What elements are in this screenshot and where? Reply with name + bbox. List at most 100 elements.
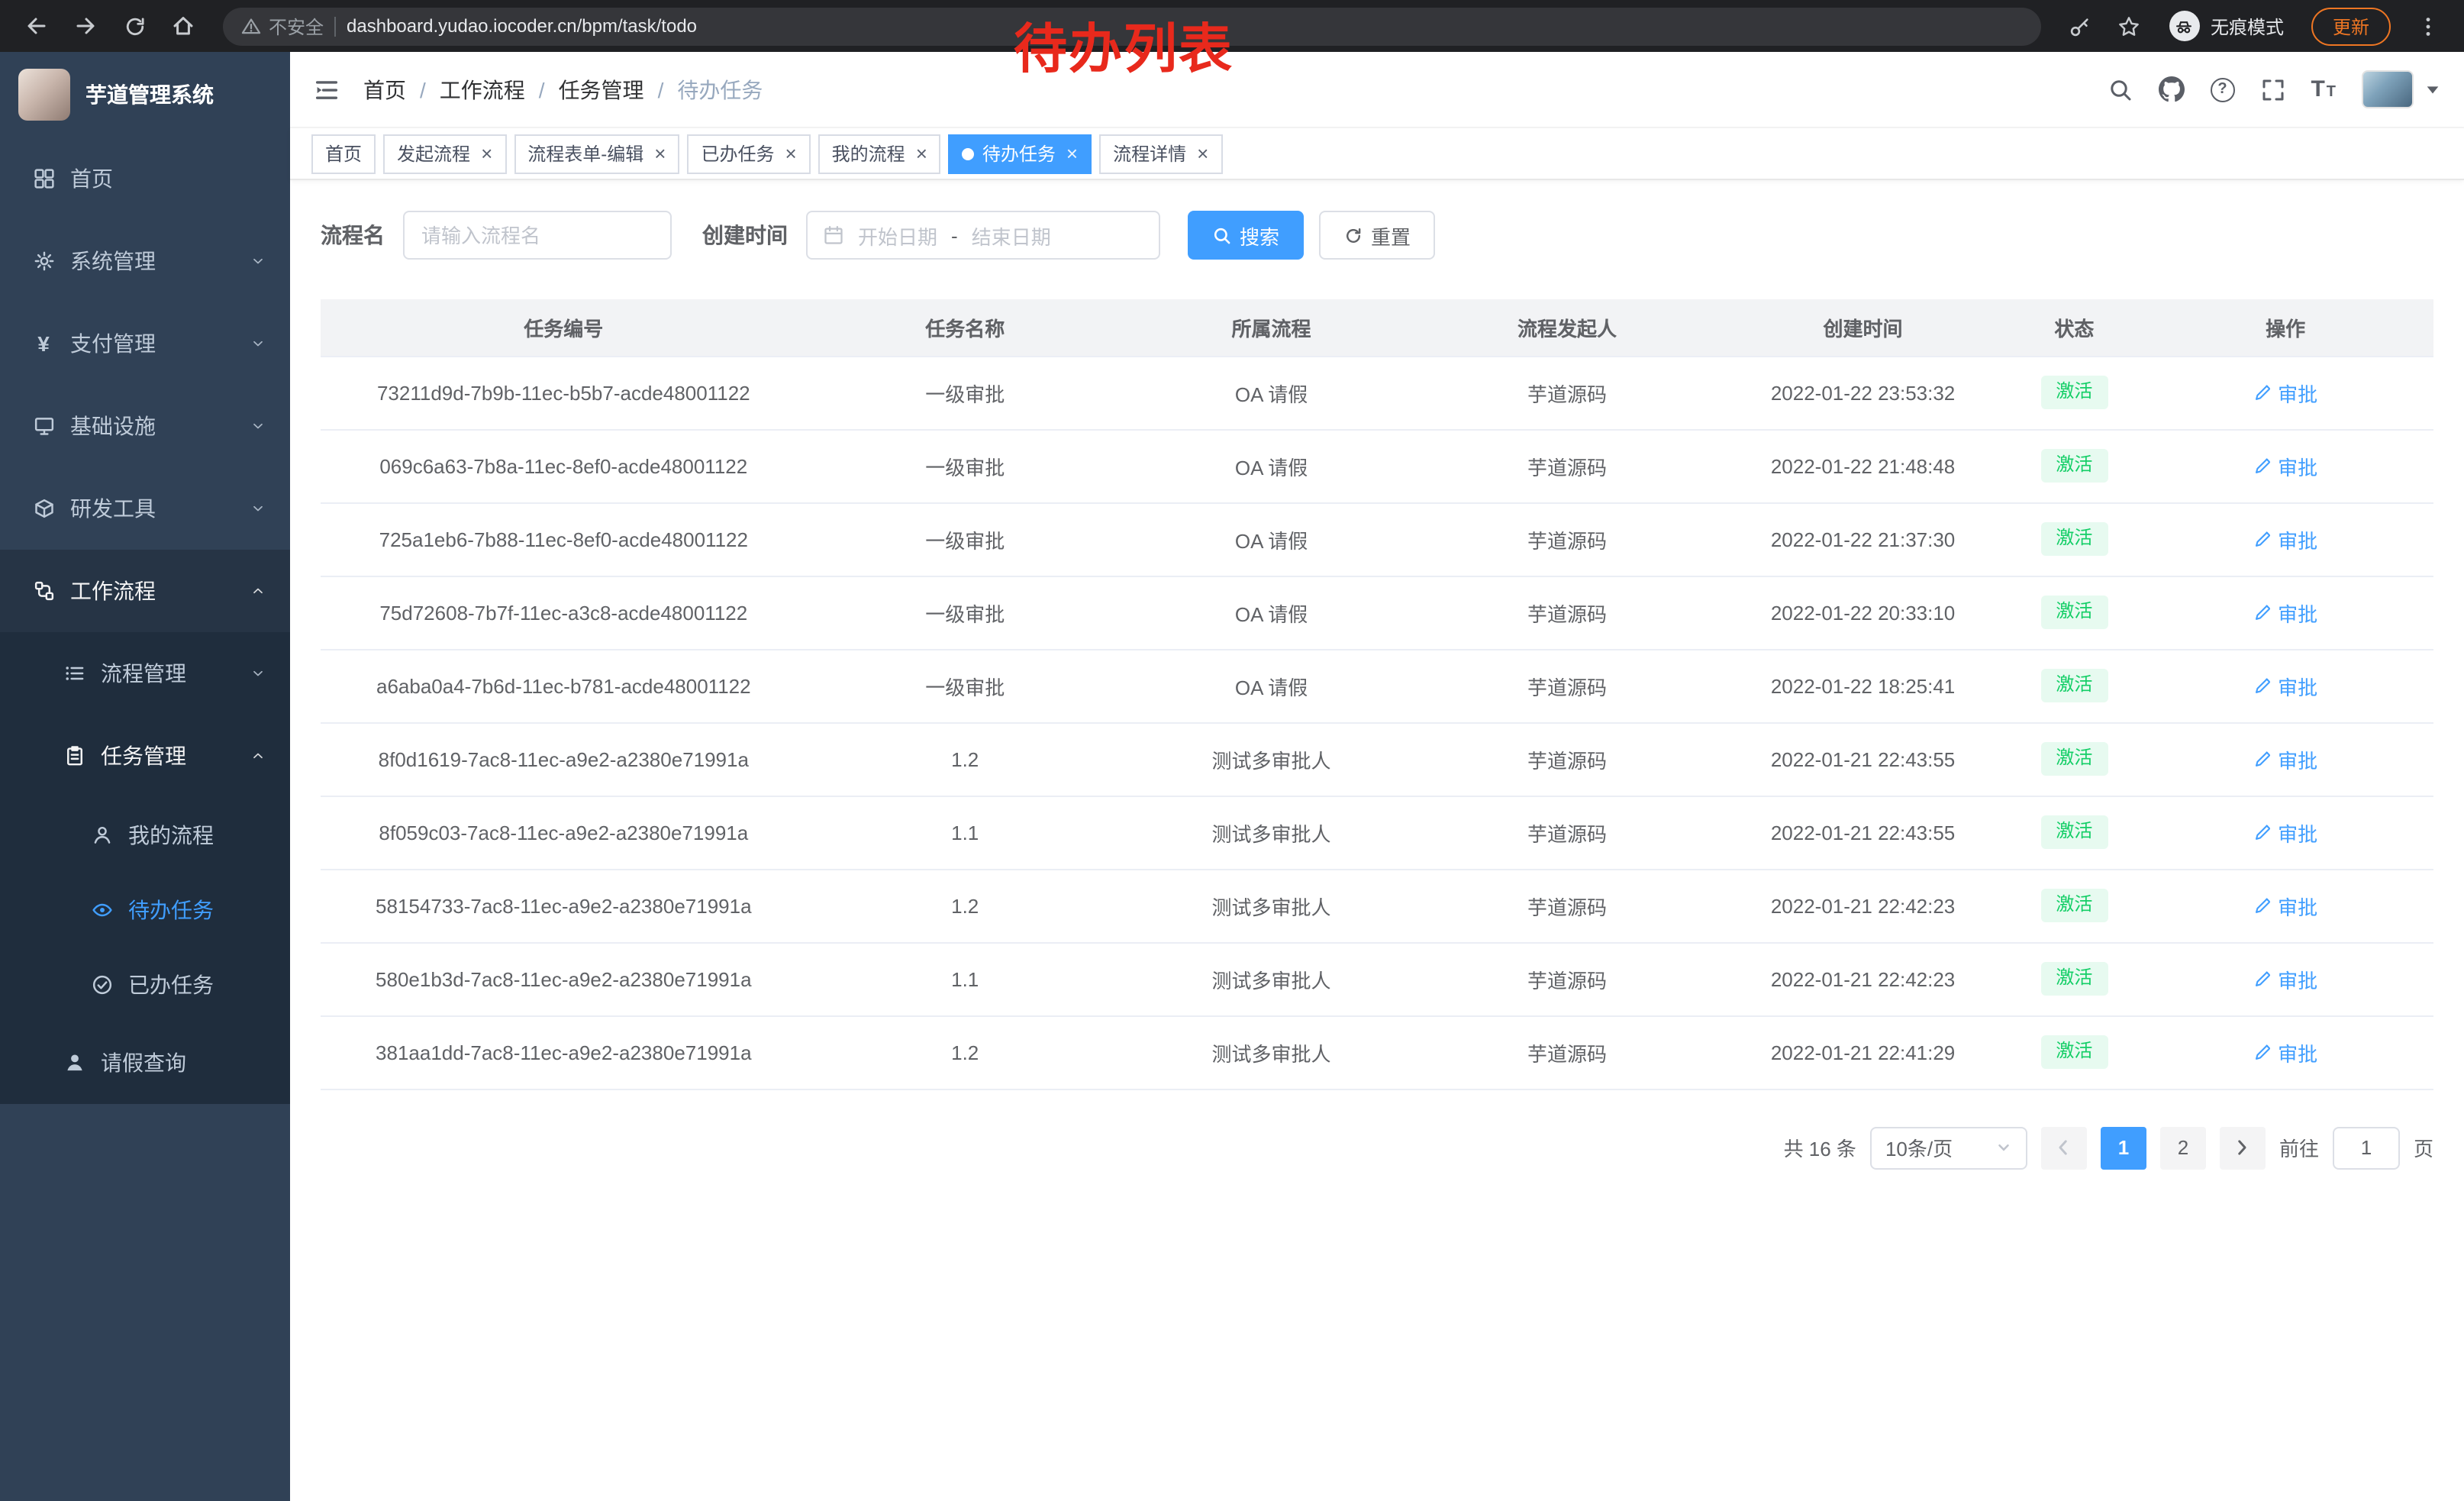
approve-link[interactable]: 审批 xyxy=(2253,598,2317,627)
search-icon[interactable] xyxy=(2108,77,2132,102)
tab-6[interactable]: 流程详情× xyxy=(1099,134,1222,173)
close-icon[interactable]: × xyxy=(654,144,666,163)
cell-created: 2022-01-21 22:41:29 xyxy=(1715,1015,2011,1089)
chevron-up-icon xyxy=(250,583,266,599)
tab-2[interactable]: 流程表单-编辑× xyxy=(514,134,679,173)
fullscreen-icon[interactable] xyxy=(2260,77,2285,102)
yen-icon: ¥ xyxy=(31,333,56,354)
cell-process: 测试多审批人 xyxy=(1124,722,1420,796)
sidebar-item-11[interactable]: 请假查询 xyxy=(0,1022,290,1104)
approve-link[interactable]: 审批 xyxy=(2253,451,2317,480)
cell-status: 激活 xyxy=(2011,722,2137,796)
column-header-5: 状态 xyxy=(2011,299,2137,356)
cell-initiator: 芋道源码 xyxy=(1419,722,1715,796)
approve-link[interactable]: 审批 xyxy=(2253,744,2317,773)
page-button-1[interactable]: 1 xyxy=(2101,1126,2146,1169)
avatar[interactable] xyxy=(2362,70,2414,108)
reload-icon[interactable] xyxy=(113,6,156,46)
tab-1[interactable]: 发起流程× xyxy=(383,134,506,173)
cell-action: 审批 xyxy=(2137,576,2433,649)
tab-0[interactable]: 首页 xyxy=(311,134,376,173)
security-status[interactable]: 不安全 xyxy=(241,13,324,39)
sidebar-item-3[interactable]: 基础设施 xyxy=(0,385,290,467)
caret-down-icon[interactable] xyxy=(2424,81,2441,98)
sidebar-item-1[interactable]: 系统管理 xyxy=(0,220,290,302)
key-icon[interactable] xyxy=(2059,6,2102,46)
cell-created: 2022-01-21 22:43:55 xyxy=(1715,722,2011,796)
cell-action: 审批 xyxy=(2137,796,2433,869)
approve-link[interactable]: 审批 xyxy=(2253,671,2317,700)
process-name-input[interactable] xyxy=(403,211,672,260)
date-range-picker[interactable]: 开始日期 - 结束日期 xyxy=(806,211,1160,260)
column-header-4: 创建时间 xyxy=(1715,299,2011,356)
column-header-2: 所属流程 xyxy=(1124,299,1420,356)
table-body: 73211d9d-7b9b-11ec-b5b7-acde48001122一级审批… xyxy=(321,356,2433,1089)
prev-page-button[interactable] xyxy=(2041,1126,2087,1169)
approve-link[interactable]: 审批 xyxy=(2253,818,2317,847)
close-icon[interactable]: × xyxy=(785,144,796,163)
home-icon[interactable] xyxy=(162,6,205,46)
breadcrumb-item-0[interactable]: 首页 xyxy=(363,74,406,105)
close-icon[interactable]: × xyxy=(1197,144,1208,163)
goto-page-input[interactable] xyxy=(2333,1126,2400,1169)
caret-down-icon xyxy=(1995,1139,2012,1156)
cell-id: 381aa1dd-7ac8-11ec-a9e2-a2380e71991a xyxy=(321,1015,807,1089)
sidebar-item-7[interactable]: 任务管理 xyxy=(0,715,290,797)
pagination-total: 共 16 条 xyxy=(1784,1133,1856,1162)
reset-button[interactable]: 重置 xyxy=(1319,211,1435,260)
close-icon[interactable]: × xyxy=(1066,144,1078,163)
github-icon[interactable] xyxy=(2158,76,2184,102)
close-icon[interactable]: × xyxy=(916,144,927,163)
back-icon[interactable] xyxy=(15,6,58,46)
cell-action: 审批 xyxy=(2137,942,2433,1015)
status-badge: 激活 xyxy=(2040,1035,2108,1068)
page-size-select[interactable]: 10条/页 xyxy=(1870,1126,2027,1169)
pen-icon xyxy=(2253,603,2272,621)
approve-link[interactable]: 审批 xyxy=(2253,525,2317,554)
help-icon[interactable]: ? xyxy=(2210,77,2234,102)
bookmark-star-icon[interactable] xyxy=(2108,6,2151,46)
tab-3[interactable]: 已办任务 × xyxy=(687,134,810,173)
pen-icon xyxy=(2253,676,2272,695)
approve-link[interactable]: 审批 xyxy=(2253,378,2317,407)
navbar: 首页/工作流程/任务管理/待办任务 ? TT xyxy=(290,52,2464,128)
breadcrumb-item-1[interactable]: 工作流程 xyxy=(440,74,525,105)
pen-icon xyxy=(2253,383,2272,402)
tabs-bar: 首页发起流程×流程表单-编辑×已办任务×我的流程×待办任务×流程详情× xyxy=(290,128,2464,180)
sidebar-item-2[interactable]: ¥支付管理 xyxy=(0,302,290,385)
clipboard-icon xyxy=(61,745,87,767)
breadcrumb-item-2[interactable]: 任务管理 xyxy=(559,74,644,105)
kebab-menu-icon[interactable] xyxy=(2406,6,2449,46)
tab-4[interactable]: 我的流程× xyxy=(818,134,941,173)
cell-initiator: 芋道源码 xyxy=(1419,576,1715,649)
hamburger-icon[interactable] xyxy=(313,76,340,103)
check-circle-icon xyxy=(89,973,114,995)
approve-link[interactable]: 审批 xyxy=(2253,964,2317,993)
sidebar-item-10[interactable]: 已办任务 xyxy=(0,947,290,1022)
page-button-2[interactable]: 2 xyxy=(2160,1126,2206,1169)
cell-process: 测试多审批人 xyxy=(1124,796,1420,869)
status-badge: 激活 xyxy=(2040,522,2108,555)
sidebar-item-5[interactable]: 工作流程 xyxy=(0,550,290,632)
font-size-icon[interactable]: TT xyxy=(2311,78,2336,101)
tab-label: 已办任务 xyxy=(701,140,774,166)
sidebar-item-4[interactable]: 研发工具 xyxy=(0,467,290,550)
sidebar-item-9[interactable]: 待办任务 xyxy=(0,872,290,947)
next-page-button[interactable] xyxy=(2220,1126,2266,1169)
sidebar-item-8[interactable]: 我的流程 xyxy=(0,797,290,872)
sidebar-item-0[interactable]: 首页 xyxy=(0,137,290,220)
approve-link[interactable]: 审批 xyxy=(2253,1038,2317,1067)
logo[interactable]: 芋道管理系统 xyxy=(0,52,290,137)
navbar-actions: ? TT xyxy=(2108,70,2441,108)
update-button[interactable]: 更新 xyxy=(2311,7,2391,45)
cell-id: 73211d9d-7b9b-11ec-b5b7-acde48001122 xyxy=(321,356,807,429)
search-button[interactable]: 搜索 xyxy=(1188,211,1304,260)
sidebar-item-6[interactable]: 流程管理 xyxy=(0,632,290,715)
approve-link[interactable]: 审批 xyxy=(2253,891,2317,920)
cell-name: 1.1 xyxy=(807,796,1124,869)
close-icon[interactable]: × xyxy=(481,144,492,163)
tab-5[interactable]: 待办任务× xyxy=(949,134,1092,173)
forward-icon[interactable] xyxy=(64,6,107,46)
chevron-right-icon xyxy=(2233,1138,2253,1157)
chevron-up-icon xyxy=(250,748,266,763)
